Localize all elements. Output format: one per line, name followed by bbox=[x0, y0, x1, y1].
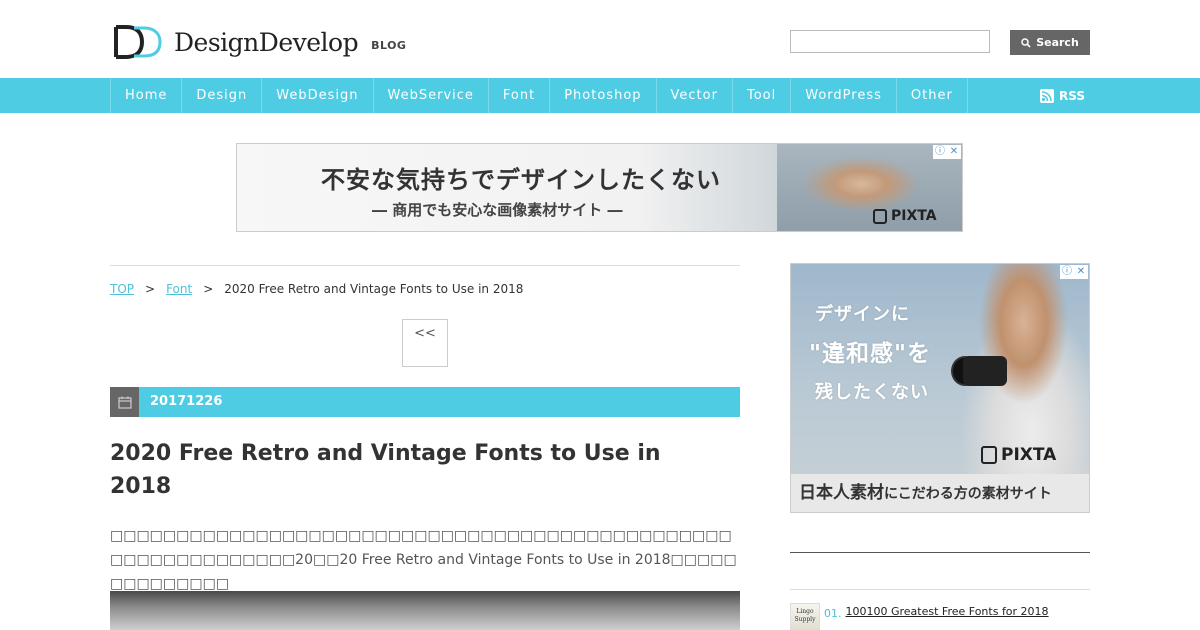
post-excerpt: □□□□□□□□□□□□□□□□□□□□□□□□□□□□□□□□□□□□□□□□… bbox=[110, 528, 737, 592]
logo-blog-label: BLOG bbox=[371, 38, 407, 52]
ranking-thumbnail: Lingo Supply bbox=[790, 603, 820, 630]
post-hero-image bbox=[110, 591, 740, 630]
ad-top-brand-label: PIXTA bbox=[891, 208, 937, 224]
search-button[interactable]: Search bbox=[1010, 30, 1090, 55]
nav-item-photoshop[interactable]: Photoshop bbox=[550, 78, 657, 113]
nav-item-tool[interactable]: Tool bbox=[733, 78, 792, 113]
nav-item-webservice[interactable]: WebService bbox=[374, 78, 489, 113]
ad-side-footer-text: にこだわる方の素材サイト bbox=[884, 486, 1052, 502]
nav-item-other[interactable]: Other bbox=[897, 78, 968, 113]
nav-item-design[interactable]: Design bbox=[182, 78, 263, 113]
ad-side-footer: 日本人素材にこだわる方の素材サイト bbox=[791, 474, 1089, 512]
ad-top-controls: ⓘ ✕ bbox=[933, 145, 961, 159]
breadcrumb: TOP > Font > 2020 Free Retro and Vintage… bbox=[110, 282, 523, 296]
sidebar-ad-banner[interactable]: デザインに "違和感"を 残したくない PIXTA 日本人素材にこだわる方の素材… bbox=[790, 263, 1090, 513]
breadcrumb-link-top[interactable]: TOP bbox=[110, 282, 134, 296]
ad-close-icon[interactable]: ✕ bbox=[1074, 265, 1088, 279]
logo-mark-icon bbox=[114, 25, 162, 59]
site-logo[interactable]: DesignDevelop BLOG bbox=[112, 24, 406, 60]
ad-side-camera bbox=[963, 356, 1007, 386]
ad-side-brand-label: PIXTA bbox=[1001, 445, 1057, 465]
nav-item-vector[interactable]: Vector bbox=[657, 78, 733, 113]
sidebar-divider bbox=[790, 552, 1090, 553]
sidebar-divider-light bbox=[790, 589, 1090, 590]
breadcrumb-separator: > bbox=[203, 282, 214, 296]
ad-close-icon[interactable]: ✕ bbox=[947, 145, 961, 159]
ad-side-brand: PIXTA bbox=[981, 445, 1056, 465]
pixta-logo-icon bbox=[981, 446, 997, 464]
rss-icon bbox=[1040, 88, 1054, 103]
rss-link[interactable]: RSS bbox=[1040, 78, 1085, 113]
top-ad-banner[interactable]: 不安な気持ちでデザインしたくない ― 商用でも安心な画像素材サイト ― PIXT… bbox=[236, 143, 963, 232]
ad-side-line2: "違和感"を bbox=[809, 341, 931, 367]
prev-post-button[interactable]: << bbox=[402, 319, 448, 367]
ad-info-icon[interactable]: ⓘ bbox=[933, 145, 947, 159]
search-button-label: Search bbox=[1036, 36, 1079, 49]
ad-side-line3: 残したくない bbox=[815, 382, 929, 403]
post-date: 20171226 bbox=[150, 394, 223, 409]
ad-top-subline: ― 商用でも安心な画像素材サイト ― bbox=[372, 201, 623, 219]
nav-item-font[interactable]: Font bbox=[489, 78, 551, 113]
ad-top-headline: 不安な気持ちでデザインしたくない bbox=[321, 166, 721, 194]
breadcrumb-current: 2020 Free Retro and Vintage Fonts to Use… bbox=[224, 282, 524, 296]
nav-item-webdesign[interactable]: WebDesign bbox=[262, 78, 374, 113]
nav-item-wordpress[interactable]: WordPress bbox=[791, 78, 897, 113]
ranking-title-link[interactable]: 100100 Greatest Free Fonts for 2018 bbox=[846, 605, 1049, 618]
breadcrumb-link-font[interactable]: Font bbox=[166, 282, 192, 296]
ranking-number: 01. bbox=[824, 607, 842, 620]
search-icon bbox=[1021, 37, 1031, 48]
post-title: 2020 Free Retro and Vintage Fonts to Use… bbox=[110, 441, 661, 499]
ad-info-icon[interactable]: ⓘ bbox=[1060, 265, 1074, 279]
ranking-item[interactable]: Lingo Supply 01. 100100 Greatest Free Fo… bbox=[790, 603, 1049, 630]
rss-label: RSS bbox=[1059, 88, 1085, 103]
ad-side-line1: デザインに bbox=[815, 304, 910, 325]
breadcrumb-separator: > bbox=[145, 282, 156, 296]
site-header: DesignDevelop BLOG Search bbox=[0, 0, 1200, 78]
post-date-bar: 20171226 bbox=[110, 387, 740, 417]
nav-item-home[interactable]: Home bbox=[111, 78, 183, 113]
logo-text: DesignDevelop bbox=[174, 27, 359, 57]
calendar-icon bbox=[110, 387, 139, 417]
nav-list: Home Design WebDesign WebService Font Ph… bbox=[110, 78, 968, 113]
ad-top-brand: PIXTA bbox=[873, 208, 937, 224]
ad-side-footer-bold: 日本人素材 bbox=[799, 483, 884, 503]
content-divider bbox=[110, 265, 740, 266]
main-nav: Home Design WebDesign WebService Font Ph… bbox=[0, 78, 1200, 113]
pixta-logo-icon bbox=[873, 208, 887, 224]
search-input[interactable] bbox=[790, 30, 990, 53]
ad-side-controls: ⓘ ✕ bbox=[1060, 265, 1088, 279]
